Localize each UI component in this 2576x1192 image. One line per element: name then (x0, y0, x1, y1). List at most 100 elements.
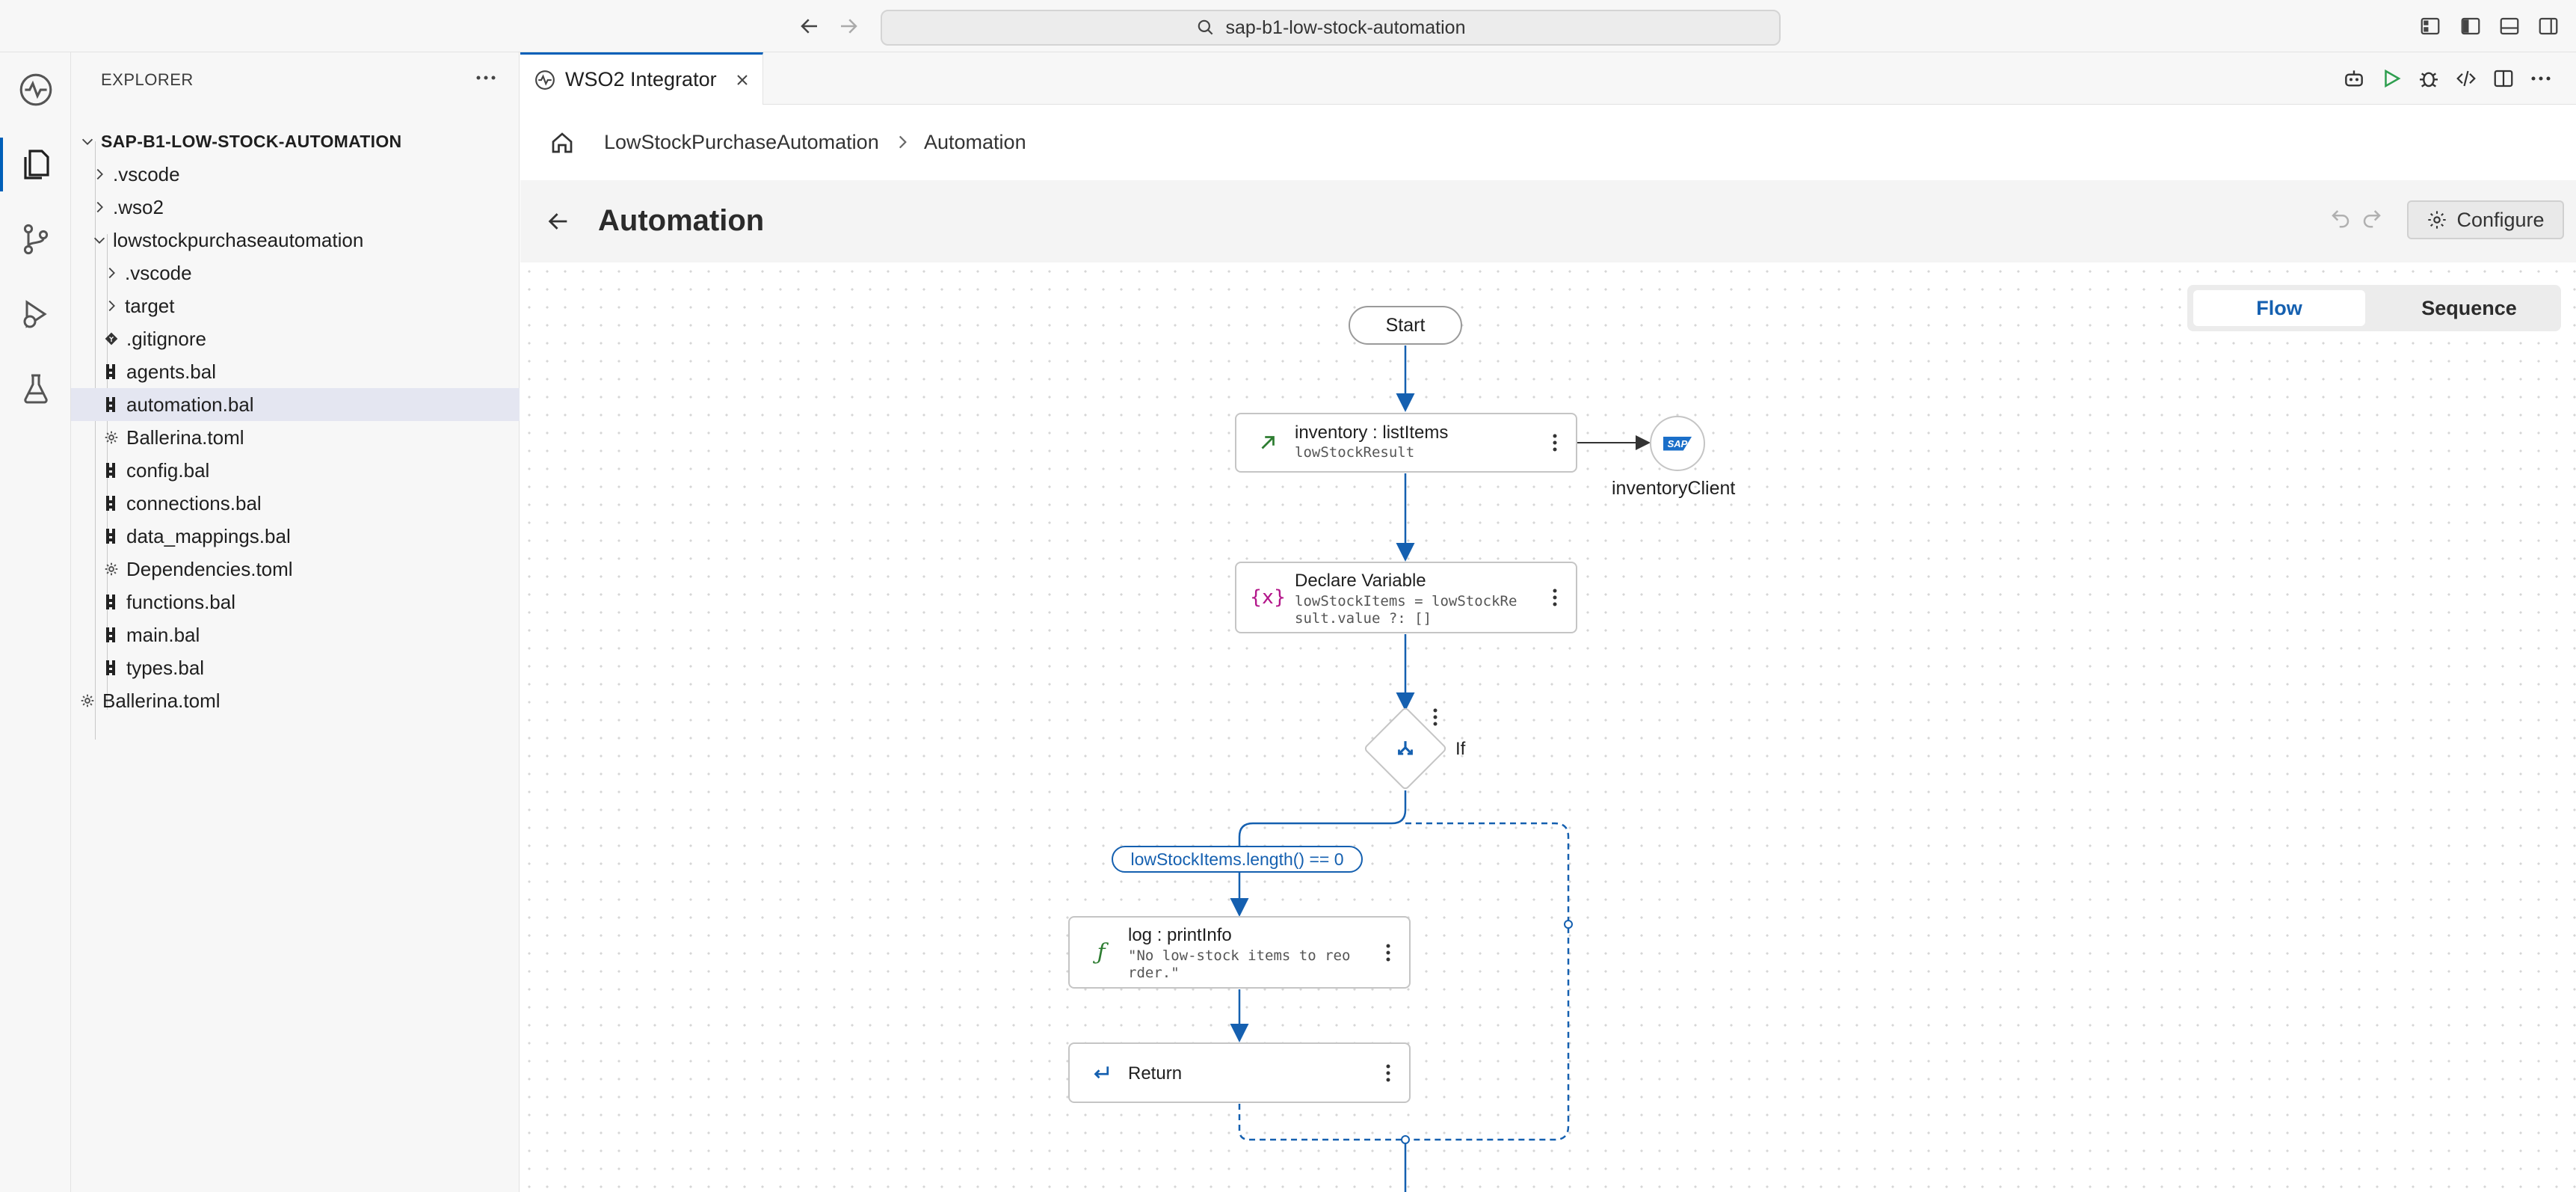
tree-file-gitignore[interactable]: .gitignore (71, 322, 520, 355)
toggle-primary-sidebar-icon[interactable] (2452, 7, 2489, 45)
tree-item-label: agents.bal (126, 360, 216, 383)
tree-item-label: .gitignore (126, 327, 206, 350)
ballerina-file-icon (102, 362, 120, 381)
search-icon (1198, 19, 1212, 35)
tree-file-ballerina-toml[interactable]: Ballerina.toml (71, 421, 520, 454)
tree-folder-lowstockpurchaseautomation[interactable]: lowstockpurchaseautomation (71, 224, 520, 256)
chevron-right-icon (102, 264, 120, 282)
tree-item-label: .vscode (125, 261, 192, 284)
tree-file-ballerina-toml-root[interactable]: Ballerina.toml (71, 684, 520, 717)
tab-wso2-integrator[interactable]: WSO2 Integrator (520, 52, 763, 105)
undo-icon[interactable] (2329, 207, 2352, 230)
git-file-icon (102, 329, 120, 348)
search-text: sap-b1-low-stock-automation (1225, 16, 1466, 38)
connector-if-true-branch (1238, 790, 1407, 846)
node-menu-icon[interactable] (1546, 428, 1564, 458)
back-arrow-icon[interactable] (541, 204, 576, 239)
chevron-right-icon (90, 165, 108, 183)
tree-folder-target[interactable]: target (71, 289, 520, 322)
tree-file-data-mappings[interactable]: data_mappings.bal (71, 520, 520, 553)
node-return[interactable]: Return (1068, 1042, 1411, 1103)
breadcrumb-item-project[interactable]: LowStockPurchaseAutomation (604, 131, 879, 154)
gear-file-icon (102, 559, 120, 579)
page-title: Automation (598, 204, 765, 237)
tree-folder-vscode-inner[interactable]: .vscode (71, 256, 520, 289)
customize-layout-icon[interactable] (2412, 7, 2449, 45)
command-search-box[interactable]: sap-b1-low-stock-automation (881, 10, 1781, 46)
connector-return-to-merge (1238, 1104, 1405, 1141)
wso2-tab-icon (535, 70, 555, 90)
tree-item-label: lowstockpurchaseautomation (113, 228, 364, 251)
tree-item-label: Ballerina.toml (126, 426, 244, 449)
editor-more-icon[interactable] (2524, 61, 2558, 96)
tree-file-connections[interactable]: connections.bal (71, 487, 520, 520)
ballerina-file-icon (102, 625, 120, 645)
node-inventory-listitems[interactable]: inventory : listItems lowStockResult (1235, 413, 1577, 473)
tree-item-label: SAP-B1-LOW-STOCK-AUTOMATION (101, 131, 402, 151)
tree-file-types[interactable]: types.bal (71, 651, 520, 684)
node-declare-variable[interactable]: {x} Declare Variable lowStockItems = low… (1235, 562, 1577, 633)
branch-condition[interactable]: lowStockItems.length() == 0 (1112, 846, 1363, 873)
configure-button[interactable]: Configure (2407, 200, 2564, 239)
explorer-panel: EXPLORER SAP-B1-LOW-STOCK-AUTOMATION .vsc… (71, 52, 520, 1192)
sap-client-node[interactable]: SAP (1650, 416, 1705, 471)
tab-sequence[interactable]: Sequence (2383, 290, 2555, 326)
code-view-icon[interactable] (2449, 61, 2483, 96)
flow-canvas[interactable]: Flow Sequence Start inventory : listItem… (520, 262, 2576, 1192)
ballerina-file-icon (102, 461, 120, 480)
ballerina-file-icon (102, 526, 120, 546)
explorer-title: EXPLORER (101, 70, 194, 89)
chevron-down-icon (78, 132, 96, 150)
tree-file-automation[interactable]: automation.bal (71, 388, 520, 421)
split-editor-icon[interactable] (2486, 61, 2521, 96)
node-menu-icon[interactable] (1379, 1058, 1397, 1088)
tree-folder-wso2[interactable]: .wso2 (71, 191, 520, 224)
tree-item-label: automation.bal (126, 393, 254, 416)
node-subtitle: lowStockItems = lowStockRe sult.value ?:… (1295, 593, 1517, 627)
node-menu-icon[interactable] (1379, 938, 1397, 968)
forward-arrow-icon[interactable] (830, 7, 867, 45)
home-icon[interactable] (547, 128, 577, 158)
redo-icon[interactable] (2361, 207, 2383, 230)
tree-file-main[interactable]: main.bal (71, 618, 520, 651)
start-node[interactable]: Start (1349, 306, 1462, 345)
testing-flask-icon[interactable] (0, 351, 71, 426)
breadcrumb: LowStockPurchaseAutomation Automation (520, 105, 2576, 180)
more-actions-icon[interactable] (467, 63, 505, 93)
sap-logo: SAP (1663, 436, 1692, 451)
view-toggle: Flow Sequence (2187, 285, 2561, 331)
node-menu-icon[interactable] (1546, 583, 1564, 612)
back-arrow-icon[interactable] (791, 7, 828, 45)
tree-folder-vscode[interactable]: .vscode (71, 158, 520, 191)
debug-bug-icon[interactable] (2412, 61, 2446, 96)
tree-file-dependencies-toml[interactable]: Dependencies.toml (71, 553, 520, 586)
if-menu-icon[interactable] (1433, 708, 1438, 726)
source-control-icon[interactable] (0, 202, 71, 277)
breadcrumb-item-automation[interactable]: Automation (924, 131, 1026, 154)
tree-root[interactable]: SAP-B1-LOW-STOCK-AUTOMATION (71, 125, 520, 158)
tab-flow[interactable]: Flow (2193, 290, 2365, 326)
tree-file-functions[interactable]: functions.bal (71, 586, 520, 618)
merge-point-handle (1401, 1135, 1410, 1144)
node-title: Declare Variable (1295, 571, 1426, 591)
toggle-secondary-sidebar-icon[interactable] (2530, 7, 2567, 45)
copilot-robot-icon[interactable] (2337, 61, 2371, 96)
run-play-icon[interactable] (2374, 61, 2409, 96)
explorer-activity-icon[interactable] (0, 127, 71, 202)
toggle-panel-icon[interactable] (2491, 7, 2528, 45)
tree-file-agents[interactable]: agents.bal (71, 355, 520, 388)
variable-icon: {x} (1249, 586, 1287, 609)
node-title: inventory : listItems (1295, 423, 1449, 443)
node-log-printinfo[interactable]: ƒ log : printInfo "No low-stock items to… (1068, 916, 1411, 989)
node-title: Return (1128, 1063, 1183, 1084)
wso2-activity-icon[interactable] (0, 52, 71, 127)
tree-item-label: connections.bal (126, 491, 262, 514)
title-bar: sap-b1-low-stock-automation (0, 0, 2576, 52)
run-debug-icon[interactable] (0, 277, 71, 351)
tree-file-config[interactable]: config.bal (71, 454, 520, 487)
close-icon[interactable] (733, 71, 751, 89)
ballerina-file-icon (102, 395, 120, 414)
node-title: log : printInfo (1128, 925, 1232, 945)
tree-item-label: .vscode (113, 162, 180, 185)
chevron-right-icon (893, 131, 912, 153)
